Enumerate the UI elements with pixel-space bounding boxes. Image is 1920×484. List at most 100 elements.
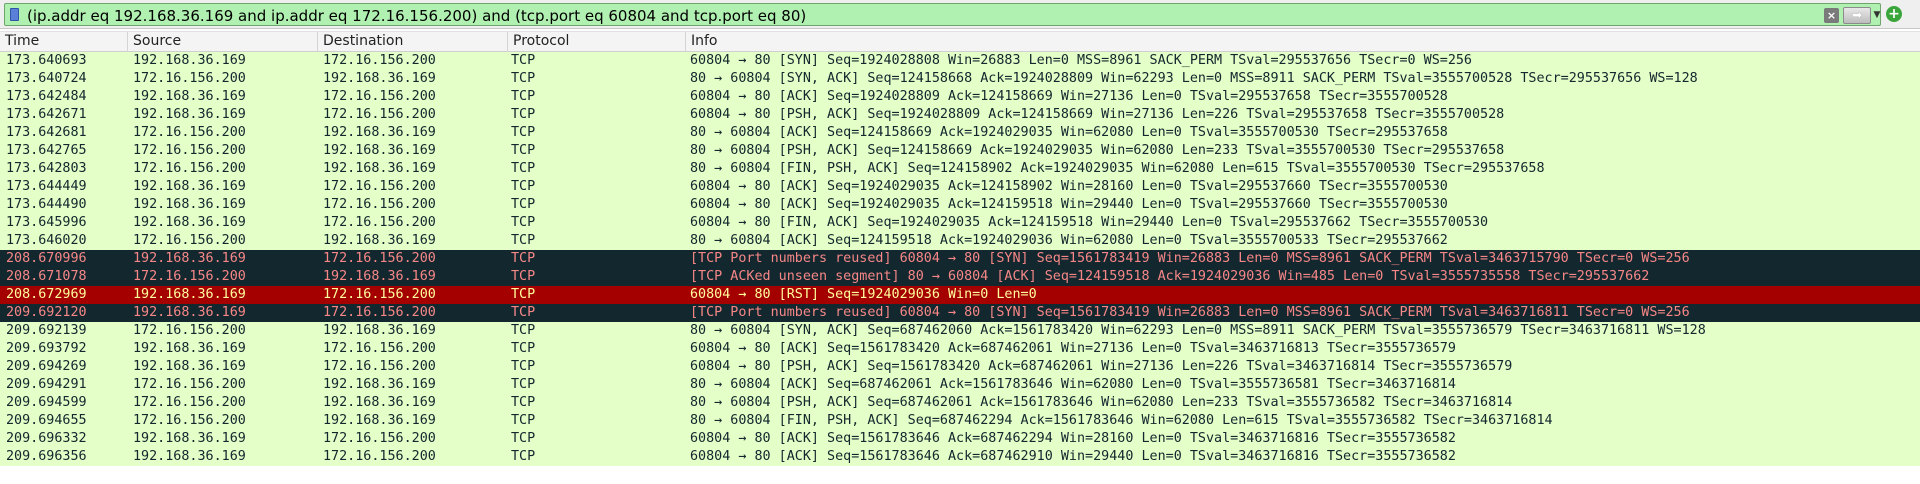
packet-destination: 172.16.156.200 [323, 305, 436, 320]
packet-row[interactable]: 208.671078 172.16.156.200 192.168.36.169 TC… [0, 268, 1920, 286]
packet-protocol: TCP [511, 323, 536, 338]
packet-info: 80 → 60804 [PSH, ACK] Seq=687462061 Ack=… [690, 395, 1513, 410]
packet-source: 192.168.36.169 [133, 107, 246, 122]
packet-time: 173.640724 [6, 71, 87, 86]
packet-time: 173.642681 [6, 125, 87, 140]
packet-protocol: TCP [511, 233, 536, 248]
display-filter-text[interactable]: (ip.addr eq 192.168.36.169 and ip.addr e… [27, 7, 806, 25]
packet-destination: 172.16.156.200 [323, 287, 436, 302]
packet-time: 209.696356 [6, 449, 87, 464]
packet-time: 209.694291 [6, 377, 87, 392]
packet-info: [TCP ACKed unseen segment] 80 → 60804 [A… [690, 269, 1650, 284]
filter-history-dropdown[interactable]: ▼ [1871, 7, 1883, 24]
packet-source: 192.168.36.169 [133, 431, 246, 446]
packet-info: [TCP Port numbers reused] 60804 → 80 [SY… [690, 251, 1690, 266]
packet-source: 172.16.156.200 [133, 125, 246, 140]
packet-info: 60804 → 80 [ACK] Seq=1924029035 Ack=1241… [690, 179, 1448, 194]
packet-row[interactable]: 173.644490 192.168.36.169 172.16.156.200 TC… [0, 196, 1920, 214]
clear-filter-button[interactable]: × [1824, 8, 1839, 23]
packet-destination: 172.16.156.200 [323, 197, 436, 212]
packet-protocol: TCP [511, 71, 536, 86]
packet-row[interactable]: 173.645996 192.168.36.169 172.16.156.200 TC… [0, 214, 1920, 232]
packet-row[interactable]: 173.640724 172.16.156.200 192.168.36.169 TC… [0, 70, 1920, 88]
packet-row[interactable]: 173.646020 172.16.156.200 192.168.36.169 TC… [0, 232, 1920, 250]
packet-protocol: TCP [511, 53, 536, 68]
packet-info: 80 → 60804 [ACK] Seq=687462061 Ack=15617… [690, 377, 1456, 392]
packet-destination: 192.168.36.169 [323, 143, 436, 158]
packet-time: 173.642671 [6, 107, 87, 122]
packet-time: 209.692139 [6, 323, 87, 338]
packet-protocol: TCP [511, 395, 536, 410]
packet-row[interactable]: 209.692139 172.16.156.200 192.168.36.169 TC… [0, 322, 1920, 340]
display-filter-input[interactable]: (ip.addr eq 192.168.36.169 and ip.addr e… [4, 3, 1881, 26]
packet-protocol: TCP [511, 341, 536, 356]
packet-protocol: TCP [511, 431, 536, 446]
apply-filter-button[interactable]: ➡ [1843, 7, 1871, 24]
packet-time: 208.672969 [6, 287, 87, 302]
packet-info: 80 → 60804 [ACK] Seq=124158669 Ack=19240… [690, 125, 1448, 140]
packet-destination: 192.168.36.169 [323, 413, 436, 428]
column-header-protocol[interactable]: Protocol [508, 32, 686, 52]
column-header-info[interactable]: Info [686, 32, 1920, 52]
packet-destination: 192.168.36.169 [323, 269, 436, 284]
column-header-time[interactable]: Time [0, 32, 128, 52]
packet-row[interactable]: 173.644449 192.168.36.169 172.16.156.200 TC… [0, 178, 1920, 196]
packet-destination: 172.16.156.200 [323, 251, 436, 266]
packet-row[interactable]: 173.642484 192.168.36.169 172.16.156.200 TC… [0, 88, 1920, 106]
packet-protocol: TCP [511, 377, 536, 392]
packet-row[interactable]: 209.694599 172.16.156.200 192.168.36.169 TC… [0, 394, 1920, 412]
packet-row[interactable]: 208.670996 192.168.36.169 172.16.156.200 TC… [0, 250, 1920, 268]
packet-time: 209.692120 [6, 305, 87, 320]
packet-list-header: Time Source Destination Protocol Info [0, 31, 1920, 52]
packet-time: 209.694599 [6, 395, 87, 410]
add-filter-button[interactable]: + [1886, 6, 1902, 22]
packet-info: 60804 → 80 [SYN] Seq=1924028808 Win=2688… [690, 53, 1472, 68]
packet-source: 192.168.36.169 [133, 53, 246, 68]
packet-row[interactable]: 209.694291 172.16.156.200 192.168.36.169 TC… [0, 376, 1920, 394]
plus-icon: + [1888, 6, 1900, 22]
packet-row[interactable]: 209.696332 192.168.36.169 172.16.156.200 TC… [0, 430, 1920, 448]
packet-time: 173.642803 [6, 161, 87, 176]
packet-row[interactable]: 173.642765 172.16.156.200 192.168.36.169 TC… [0, 142, 1920, 160]
packet-row[interactable]: 173.642671 192.168.36.169 172.16.156.200 TC… [0, 106, 1920, 124]
packet-destination: 192.168.36.169 [323, 161, 436, 176]
packet-destination: 172.16.156.200 [323, 179, 436, 194]
packet-info: 60804 → 80 [PSH, ACK] Seq=1561783420 Ack… [690, 359, 1513, 374]
packet-protocol: TCP [511, 197, 536, 212]
packet-protocol: TCP [511, 251, 536, 266]
packet-source: 172.16.156.200 [133, 143, 246, 158]
packet-time: 173.646020 [6, 233, 87, 248]
display-filter-toolbar: (ip.addr eq 192.168.36.169 and ip.addr e… [0, 0, 1920, 29]
packet-protocol: TCP [511, 413, 536, 428]
packet-time: 173.645996 [6, 215, 87, 230]
packet-protocol: TCP [511, 287, 536, 302]
packet-source: 192.168.36.169 [133, 179, 246, 194]
packet-destination: 172.16.156.200 [323, 53, 436, 68]
packet-protocol: TCP [511, 125, 536, 140]
column-header-destination[interactable]: Destination [318, 32, 508, 52]
column-header-source[interactable]: Source [128, 32, 318, 52]
packet-destination: 172.16.156.200 [323, 89, 436, 104]
packet-source: 192.168.36.169 [133, 341, 246, 356]
packet-row[interactable]: 173.640693 192.168.36.169 172.16.156.200 TC… [0, 52, 1920, 70]
packet-row[interactable]: 209.696356 192.168.36.169 172.16.156.200 TC… [0, 448, 1920, 466]
packet-row[interactable]: 209.693792 192.168.36.169 172.16.156.200 TC… [0, 340, 1920, 358]
packet-source: 192.168.36.169 [133, 449, 246, 464]
packet-time: 173.644449 [6, 179, 87, 194]
packet-row[interactable]: 208.672969 192.168.36.169 172.16.156.200 TC… [0, 286, 1920, 304]
packet-time: 173.642765 [6, 143, 87, 158]
packet-destination: 172.16.156.200 [323, 341, 436, 356]
packet-row[interactable]: 173.642803 172.16.156.200 192.168.36.169 TC… [0, 160, 1920, 178]
packet-info: 60804 → 80 [ACK] Seq=1924029035 Ack=1241… [690, 197, 1448, 212]
packet-time: 209.694655 [6, 413, 87, 428]
chevron-down-icon: ▼ [1873, 10, 1881, 20]
packet-row[interactable]: 209.694269 192.168.36.169 172.16.156.200 TC… [0, 358, 1920, 376]
packet-time: 173.640693 [6, 53, 87, 68]
packet-row[interactable]: 173.642681 172.16.156.200 192.168.36.169 TC… [0, 124, 1920, 142]
packet-info: 80 → 60804 [PSH, ACK] Seq=124158669 Ack=… [690, 143, 1505, 158]
packet-row[interactable]: 209.694655 172.16.156.200 192.168.36.169 TC… [0, 412, 1920, 430]
packet-protocol: TCP [511, 305, 536, 320]
packet-time: 208.671078 [6, 269, 87, 284]
bookmark-icon[interactable] [10, 8, 19, 21]
packet-row[interactable]: 209.692120 192.168.36.169 172.16.156.200 TC… [0, 304, 1920, 322]
